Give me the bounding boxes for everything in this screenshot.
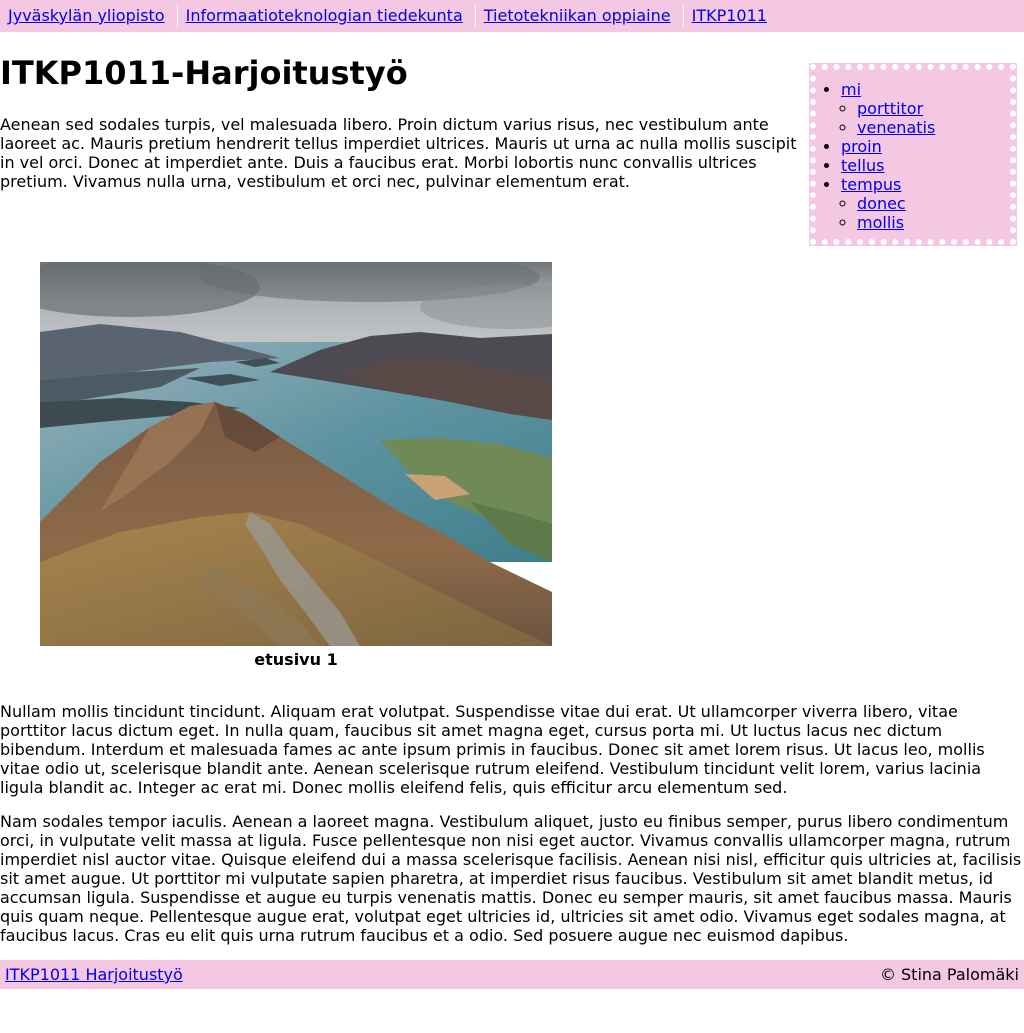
footer: ITKP1011 Harjoitustyö © Stina Palomäki: [0, 960, 1024, 989]
breadcrumb-link-course[interactable]: ITKP1011: [684, 6, 775, 26]
side-nav-item-tempus: tempus donec mollis: [841, 175, 1010, 232]
body-paragraph-1: Nullam mollis tincidunt tincidunt. Aliqu…: [0, 702, 985, 797]
side-nav-item-porttitor: porttitor: [857, 99, 1010, 118]
side-nav-sublist-mi: porttitor venenatis: [841, 99, 1010, 137]
side-nav-item-tellus: tellus: [841, 156, 1010, 175]
side-nav-link-mi[interactable]: mi: [841, 80, 861, 99]
breadcrumb-link-faculty[interactable]: Informaatioteknologian tiedekunta: [178, 6, 471, 26]
side-nav-link-venenatis[interactable]: venenatis: [857, 118, 935, 137]
breadcrumb-link-university[interactable]: Jyväskylän yliopisto: [0, 6, 173, 26]
side-nav-link-tempus[interactable]: tempus: [841, 175, 901, 194]
side-nav-link-porttitor[interactable]: porttitor: [857, 99, 923, 118]
breadcrumb-item-faculty: Informaatioteknologian tiedekunta: [176, 5, 471, 27]
intro-paragraph: Aenean sed sodales turpis, vel malesuada…: [0, 115, 797, 191]
side-nav-link-mollis[interactable]: mollis: [857, 213, 904, 232]
side-nav-link-tellus[interactable]: tellus: [841, 156, 884, 175]
side-nav-link-donec[interactable]: donec: [857, 194, 906, 213]
side-nav-link-proin[interactable]: proin: [841, 137, 882, 156]
page-title: ITKP1011-Harjoitustyö: [0, 54, 408, 92]
breadcrumb: Jyväskylän yliopisto Informaatioteknolog…: [0, 0, 1024, 32]
front-figure: etusivu 1: [40, 262, 552, 669]
side-nav-item-mi: mi porttitor venenatis: [841, 80, 1010, 137]
side-nav-item-donec: donec: [857, 194, 1010, 213]
side-nav-item-proin: proin: [841, 137, 1010, 156]
breadcrumb-item-university: Jyväskylän yliopisto: [0, 5, 173, 27]
body-paragraph-2: Nam sodales tempor iaculis. Aenean a lao…: [0, 812, 1022, 945]
figure-caption: etusivu 1: [254, 650, 338, 669]
side-navigation: mi porttitor venenatis proin tellus temp…: [809, 63, 1017, 246]
footer-link[interactable]: ITKP1011 Harjoitustyö: [5, 965, 183, 984]
copyright-text: © Stina Palomäki: [879, 965, 1019, 984]
side-nav-sublist-tempus: donec mollis: [841, 194, 1010, 232]
breadcrumb-item-department: Tietotekniikan oppiaine: [474, 5, 679, 27]
breadcrumb-item-course: ITKP1011: [682, 5, 775, 27]
side-nav-list: mi porttitor venenatis proin tellus temp…: [816, 70, 1010, 232]
side-nav-item-mollis: mollis: [857, 213, 1010, 232]
side-nav-item-venenatis: venenatis: [857, 118, 1010, 137]
landscape-photo: [40, 262, 552, 646]
breadcrumb-link-department[interactable]: Tietotekniikan oppiaine: [476, 6, 679, 26]
